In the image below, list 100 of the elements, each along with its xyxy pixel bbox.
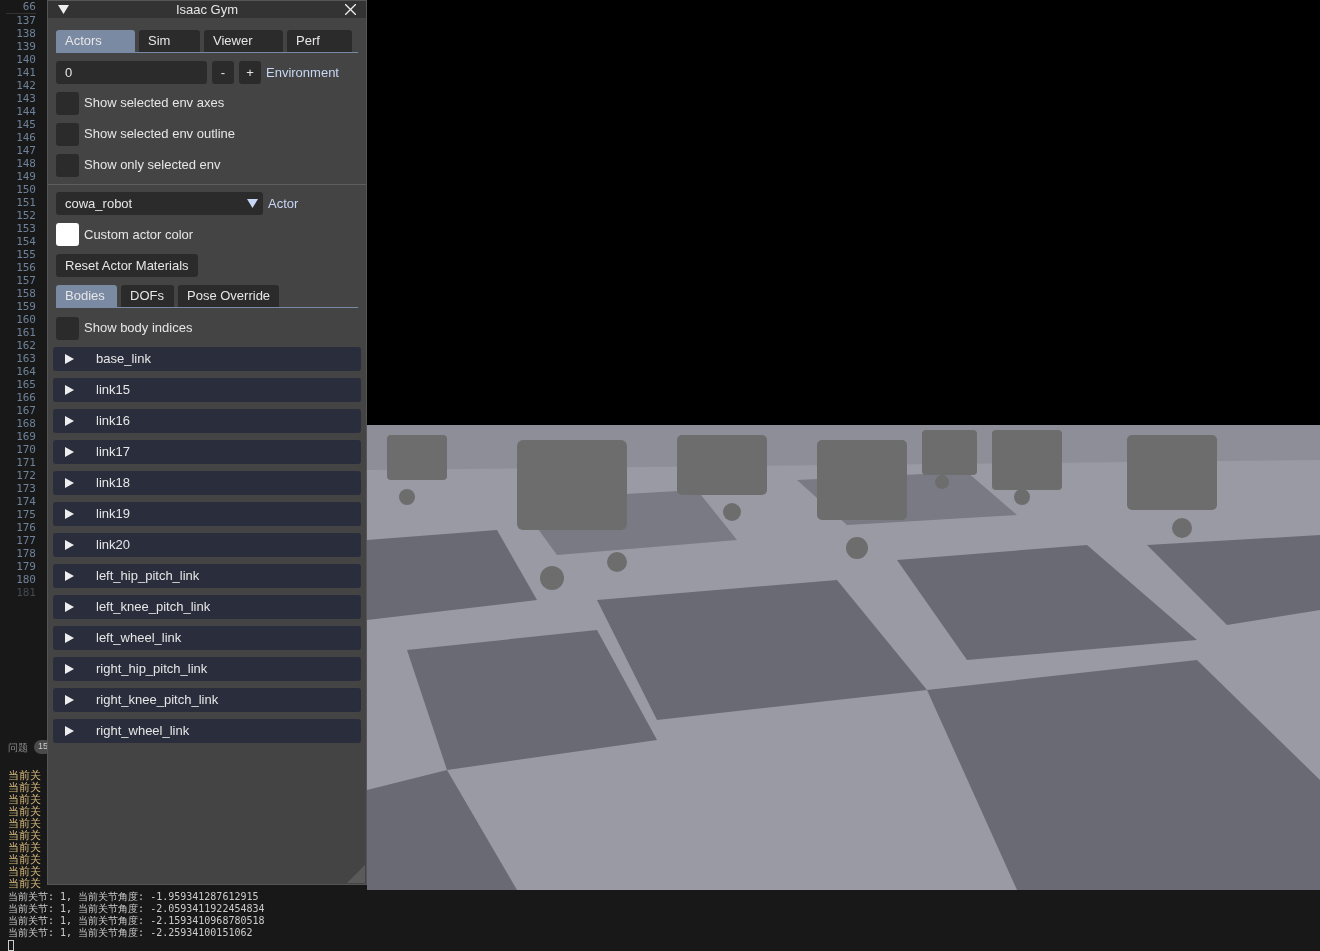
line-number: 153 [15, 222, 36, 235]
tree-node[interactable]: right_knee_pitch_link [53, 688, 361, 712]
tree-node[interactable]: link20 [53, 533, 361, 557]
terminal-line: 当前关 [8, 770, 41, 782]
terminal-line: 当前关节: 1, 当前关节角度: -2.25934100151062 [8, 927, 253, 939]
terminal-line: 当前关 [8, 806, 41, 818]
line-number: 152 [15, 209, 36, 222]
tree-node[interactable]: right_wheel_link [53, 719, 361, 743]
line-number: 148 [15, 157, 36, 170]
line-number: 139 [15, 40, 36, 53]
line-number: 142 [15, 79, 36, 92]
tree-node[interactable]: base_link [53, 347, 361, 371]
line-number: 161 [15, 326, 36, 339]
line-number: 174 [15, 495, 36, 508]
cursor [8, 940, 14, 951]
panel-title: Isaac Gym [174, 0, 240, 19]
terminal-line: 当前关 [8, 842, 41, 854]
tree-node[interactable]: link18 [53, 471, 361, 495]
panel-tab[interactable]: 问题 [8, 739, 28, 755]
line-number: 179 [15, 560, 36, 573]
line-number: 146 [15, 131, 36, 144]
line-number: 141 [15, 66, 36, 79]
collapse-triangle-icon[interactable] [58, 4, 69, 15]
line-number: 176 [15, 521, 36, 534]
option-label: Custom actor color [84, 225, 194, 244]
tab[interactable]: DOFs [121, 285, 174, 307]
field-label: Actor [268, 194, 299, 213]
checkbox[interactable] [56, 122, 79, 146]
line-number: 181 [15, 586, 36, 599]
line-number: 137 [15, 14, 36, 27]
line-number: 151 [15, 196, 36, 209]
line-number: 149 [15, 170, 36, 183]
color-swatch[interactable] [56, 223, 79, 246]
option-label: Show selected env axes [84, 94, 225, 113]
line-number: 177 [15, 534, 36, 547]
decrement-button[interactable]: - [212, 61, 234, 84]
option-label: Show body indices [84, 319, 193, 338]
line-number: 167 [15, 404, 36, 417]
line-number: 163 [15, 352, 36, 365]
tree-node[interactable]: link16 [53, 409, 361, 433]
increment-button[interactable]: + [239, 61, 261, 84]
terminal-line: 当前关节: 1, 当前关节角度: -2.0593411922454834 [8, 903, 265, 915]
checkbox[interactable] [56, 91, 79, 115]
checkbox[interactable] [56, 316, 79, 340]
terminal-line: 当前关 [8, 830, 41, 842]
actor-dropdown[interactable]: cowa_robot [56, 192, 263, 215]
line-number: 180 [15, 573, 36, 586]
line-number: 159 [15, 300, 36, 313]
tree-node[interactable]: left_wheel_link [53, 626, 361, 650]
line-number: 162 [15, 339, 36, 352]
environment-field[interactable]: 0 [56, 61, 207, 84]
line-number: 147 [15, 144, 36, 157]
line-number: 160 [15, 313, 36, 326]
tab[interactable]: Viewer [204, 30, 283, 52]
line-number: 172 [15, 469, 36, 482]
line-number: 154 [15, 235, 36, 248]
line-number: 145 [15, 118, 36, 131]
line-number: 155 [15, 248, 36, 261]
tree-node[interactable]: right_hip_pitch_link [53, 657, 361, 681]
reset-button[interactable]: Reset Actor Materials [56, 254, 198, 277]
terminal-line: 当前关 [8, 878, 41, 890]
tab[interactable]: Perf [287, 30, 352, 52]
dropdown-arrow-icon [247, 198, 258, 209]
line-number: 166 [15, 391, 36, 404]
line-number: 158 [15, 287, 36, 300]
line-number: 144 [15, 105, 36, 118]
field-label: Environment [266, 63, 339, 82]
option-label: Show selected env outline [84, 125, 236, 144]
close-icon[interactable] [345, 4, 356, 15]
line-number: 170 [15, 443, 36, 456]
line-number: 143 [15, 92, 36, 105]
tree-node[interactable]: link17 [53, 440, 361, 464]
line-number: 165 [15, 378, 36, 391]
tab[interactable]: Pose Override [178, 285, 280, 307]
line-number: 171 [15, 456, 36, 469]
tree-node[interactable]: left_hip_pitch_link [53, 564, 361, 588]
terminal-line: 当前关 [8, 794, 41, 806]
option-label: Show only selected env [84, 156, 221, 175]
terminal-line: 当前关节: 1, 当前关节角度: -1.959341287612915 [8, 891, 259, 903]
checkbox[interactable] [56, 153, 79, 177]
line-number: 140 [15, 53, 36, 66]
line-number: 66 [6, 0, 36, 14]
terminal-line: 当前关 [8, 782, 41, 794]
line-number: 138 [15, 27, 36, 40]
terminal-line: 当前关 [8, 866, 41, 878]
line-number: 168 [15, 417, 36, 430]
terminal-line: 当前关 [8, 854, 41, 866]
tab[interactable]: Sim [139, 30, 200, 52]
line-number: 173 [15, 482, 36, 495]
line-number: 169 [15, 430, 36, 443]
terminal-line: 当前关节: 1, 当前关节角度: -2.1593410968780518 [8, 915, 265, 927]
line-number: 175 [15, 508, 36, 521]
terminal-line: 当前关 [8, 818, 41, 830]
line-number: 178 [15, 547, 36, 560]
line-number: 157 [15, 274, 36, 287]
tree-node[interactable]: left_knee_pitch_link [53, 595, 361, 619]
tree-node[interactable]: link19 [53, 502, 361, 526]
line-number: 164 [15, 365, 36, 378]
tree-node[interactable]: link15 [53, 378, 361, 402]
line-number: 156 [15, 261, 36, 274]
